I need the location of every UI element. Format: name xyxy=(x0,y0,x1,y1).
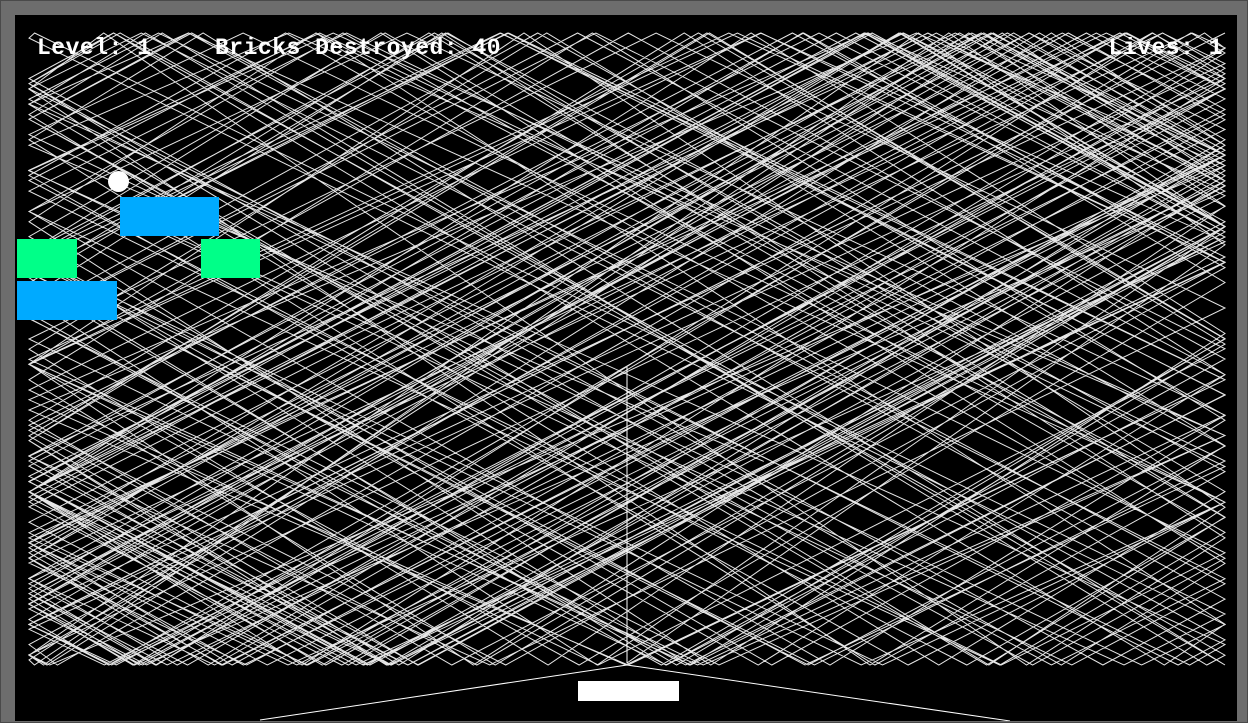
paddle[interactable] xyxy=(578,681,679,701)
brick xyxy=(120,197,219,236)
bricks-destroyed-counter: Bricks Destroyed: 40 xyxy=(215,35,502,61)
brick xyxy=(17,281,117,320)
game-arena[interactable]: Level: 1 Bricks Destroyed: 40 Lives: 1 xyxy=(15,15,1237,721)
ball xyxy=(108,171,129,192)
game-window-frame: Level: 1 Bricks Destroyed: 40 Lives: 1 xyxy=(0,0,1248,723)
brick xyxy=(17,239,77,278)
lives-indicator: Lives: 1 xyxy=(1108,35,1223,61)
brick xyxy=(201,239,260,278)
ball-trail-lines xyxy=(27,32,1227,721)
level-indicator: Level: 1 xyxy=(37,35,152,61)
